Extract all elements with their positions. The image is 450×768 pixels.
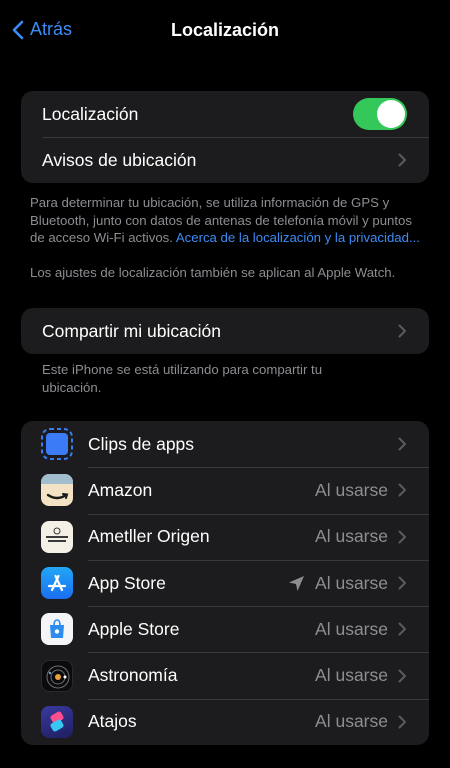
app-name: Clips de apps [88, 433, 195, 454]
shortcuts-icon [41, 705, 73, 738]
app-name: Astronomía [88, 665, 178, 686]
app-status: Al usarse [315, 618, 388, 639]
chevron-right-icon [398, 483, 406, 497]
astronomy-icon [41, 659, 73, 692]
page-title: Localización [170, 20, 280, 40]
app-row-apple-store[interactable]: Apple Store Al usarse [21, 606, 429, 652]
chevron-right-icon [398, 437, 406, 451]
privacy-link[interactable]: Acerca de la localización y la privacida… [176, 230, 420, 245]
chevron-right-icon [398, 669, 406, 683]
chevron-right-icon [398, 622, 406, 636]
location-toggle-row: Localización [21, 91, 429, 137]
location-alerts-label: Avisos de ubicación [42, 149, 197, 170]
app-status: Al usarse [315, 479, 388, 500]
app-row-ametller-origen[interactable]: Ametller Origen Al usarse [21, 513, 429, 560]
share-location-group: Compartir mi ubicación [21, 308, 429, 354]
app-name: Ametller Origen [88, 526, 210, 547]
app-status: Al usarse [315, 572, 388, 593]
share-location-row[interactable]: Compartir mi ubicación [21, 308, 429, 354]
app-row-app-store[interactable]: App Store Al usarse [21, 559, 429, 606]
app-name: Atajos [88, 711, 137, 732]
location-arrow-icon [289, 575, 305, 591]
chevron-right-icon [398, 153, 406, 167]
app-name: Amazon [88, 479, 153, 500]
location-toggle-label: Localización [42, 103, 139, 124]
app-status: Al usarse [315, 711, 388, 732]
apps-list: Clips de apps Amazon Al usarse Ametller … [21, 421, 429, 746]
share-location-label: Compartir mi ubicación [42, 320, 221, 341]
chevron-right-icon [398, 576, 406, 590]
chevron-right-icon [398, 324, 406, 338]
app-row-astronomia[interactable]: Astronomía Al usarse [21, 652, 429, 698]
app-status: Al usarse [315, 526, 388, 547]
chevron-right-icon [398, 530, 406, 544]
apple-store-icon [41, 613, 73, 646]
ametller-origen-icon [41, 520, 73, 553]
location-info-footnote: Para determinar tu ubicación, se utiliza… [0, 194, 450, 247]
share-location-footnote: Este iPhone se está utilizando para comp… [42, 362, 323, 395]
chevron-right-icon [398, 715, 406, 729]
apple-watch-footnote: Los ajustes de localización también se a… [30, 264, 396, 280]
location-group: Localización Avisos de ubicación [21, 91, 429, 183]
app-status: Al usarse [315, 665, 388, 686]
app-row-clips[interactable]: Clips de apps [21, 421, 429, 467]
amazon-icon [41, 474, 73, 507]
app-name: App Store [88, 572, 166, 593]
toggle-knob [377, 100, 405, 128]
location-toggle[interactable] [353, 98, 407, 130]
location-alerts-row[interactable]: Avisos de ubicación [21, 137, 429, 183]
app-row-amazon[interactable]: Amazon Al usarse [21, 467, 429, 513]
location-settings-screen: Atrás Localización Localización Avisos d… [0, 0, 450, 768]
navigation-bar: Atrás Localización [0, 0, 450, 62]
app-clips-icon [41, 428, 73, 461]
app-store-icon [41, 567, 73, 600]
app-name: Apple Store [88, 618, 180, 639]
app-row-atajos[interactable]: Atajos Al usarse [21, 698, 429, 745]
